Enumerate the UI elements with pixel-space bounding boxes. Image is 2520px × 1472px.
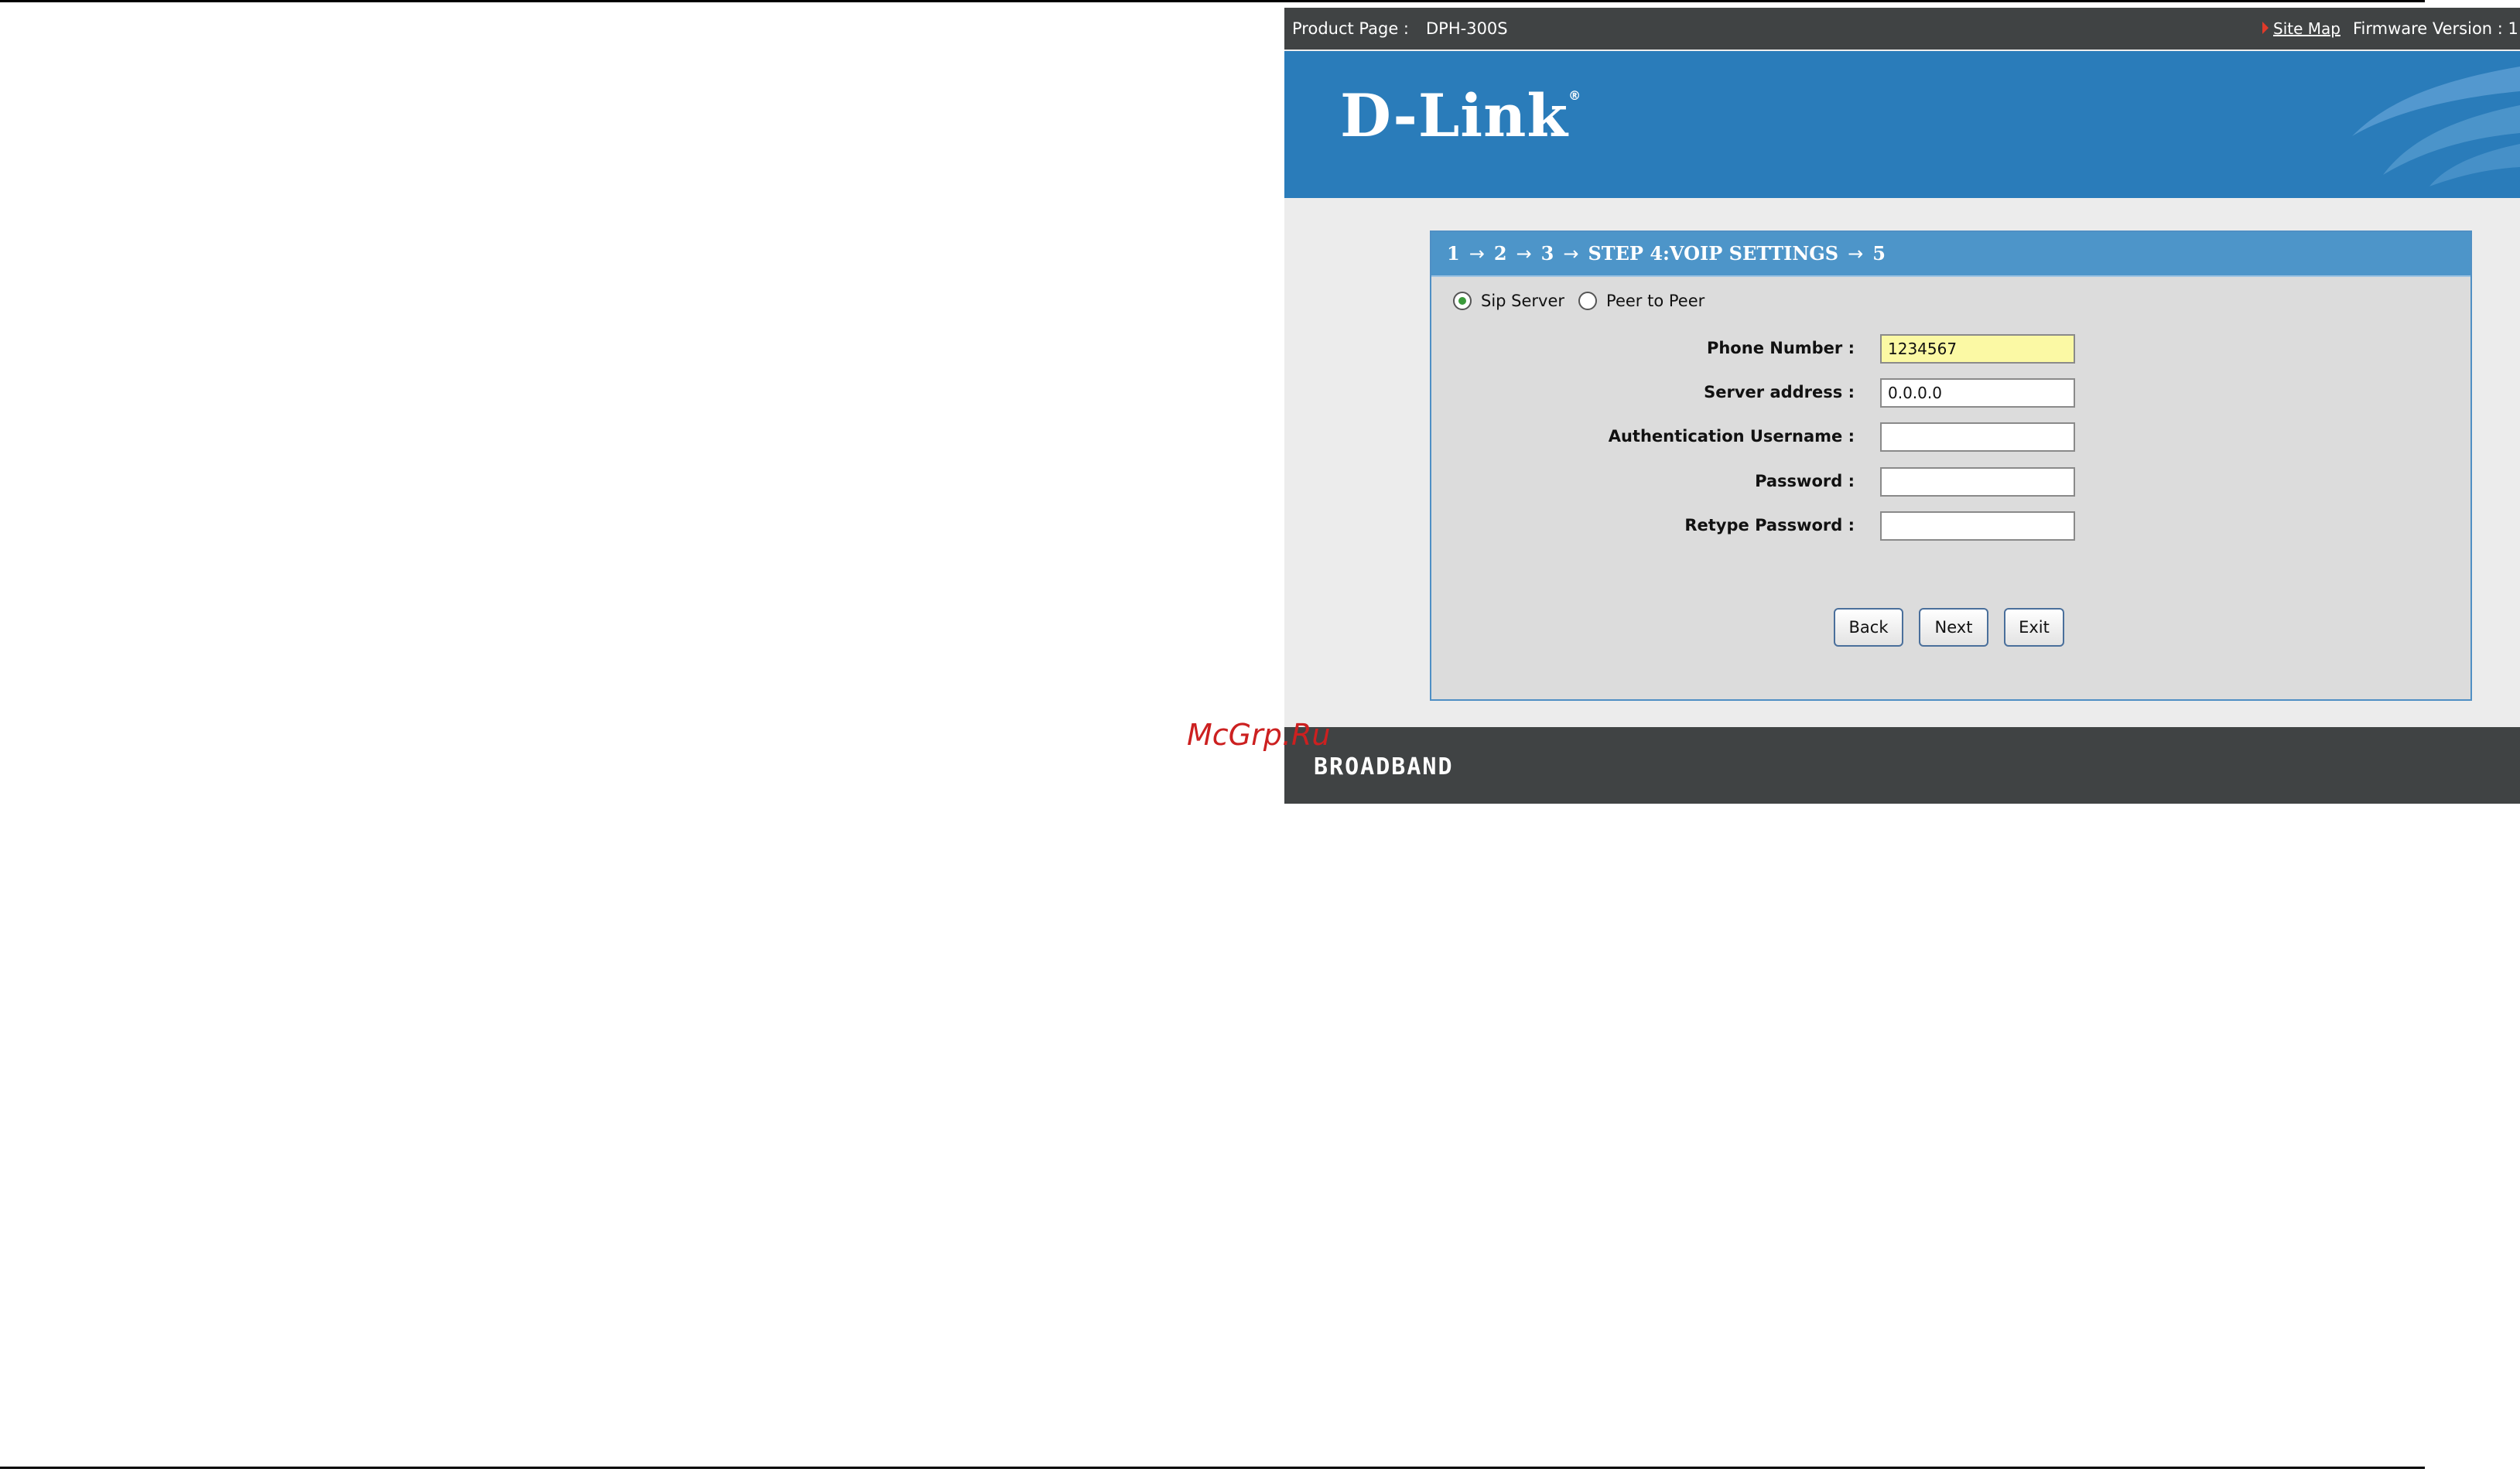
phone-number-row: Phone Number :	[1431, 333, 2470, 364]
product-page-label: Product Page :	[1292, 19, 1409, 38]
back-button[interactable]: Back	[1834, 608, 1903, 647]
top-bar-right: Site Map Firmware Version : 1	[2262, 8, 2518, 50]
phone-number-field[interactable]	[1880, 334, 2075, 364]
dlink-logo: D-Link®	[1340, 81, 1582, 150]
header-banner: D-Link®	[1284, 51, 2520, 198]
page-top-rule	[0, 0, 2425, 2]
exit-button[interactable]: Exit	[2004, 608, 2064, 647]
sip-server-label: Sip Server	[1481, 292, 1565, 310]
next-button[interactable]: Next	[1919, 608, 1988, 647]
voip-settings-wizard: 1 → 2 → 3 → STEP 4:VOIP SETTINGS → 5 Sip Server P…	[1430, 231, 2472, 701]
password-label: Password :	[1755, 472, 1855, 490]
step-arrow-icon: →	[1848, 243, 1864, 265]
top-bar: Product Page : DPH-300S Site Map Firmware …	[1284, 8, 2520, 50]
wizard-step-header: 1 → 2 → 3 → STEP 4:VOIP SETTINGS → 5	[1431, 232, 2470, 277]
step-arrow-icon: →	[1469, 243, 1485, 265]
step-arrow-icon: →	[1563, 243, 1579, 265]
broadband-logo: BROADBAND	[1314, 753, 1454, 780]
server-address-label: Server address :	[1704, 383, 1855, 401]
step-arrow-icon: →	[1516, 243, 1532, 265]
product-info: Product Page : DPH-300S	[1292, 8, 1508, 50]
password-row: Password :	[1431, 466, 2470, 497]
peer-to-peer-label: Peer to Peer	[1606, 292, 1705, 310]
site-map-link[interactable]: Site Map	[2273, 19, 2340, 38]
product-model: DPH-300S	[1426, 19, 1508, 38]
footer-bar: BROADBAND	[1284, 727, 2520, 804]
step-5: 5	[1872, 242, 1886, 265]
step-3: 3	[1540, 242, 1554, 265]
watermark: McGrp.Ru	[1187, 718, 1331, 752]
retype-password-row: Retype Password :	[1431, 510, 2470, 541]
phone-number-label: Phone Number :	[1706, 339, 1855, 357]
server-address-field[interactable]	[1880, 378, 2075, 408]
step-2: 2	[1493, 242, 1507, 265]
auth-username-field[interactable]	[1880, 422, 2075, 452]
password-field[interactable]	[1880, 467, 2075, 497]
arrow-right-icon	[2262, 22, 2269, 34]
server-address-row: Server address :	[1431, 377, 2470, 408]
step-1: 1	[1447, 242, 1460, 265]
auth-username-row: Authentication Username :	[1431, 421, 2470, 452]
auth-username-label: Authentication Username :	[1608, 427, 1855, 446]
firmware-version: Firmware Version : 1	[2352, 19, 2518, 38]
peer-to-peer-radio[interactable]	[1578, 292, 1598, 310]
retype-password-label: Retype Password :	[1684, 516, 1855, 534]
current-step-title: STEP 4:VOIP SETTINGS	[1588, 242, 1839, 265]
router-wizard-screenshot: Product Page : DPH-300S Site Map Firmware …	[1284, 8, 2520, 804]
sip-server-radio[interactable]	[1453, 292, 1472, 310]
retype-password-field[interactable]	[1880, 511, 2075, 541]
server-mode-selector: Sip Server Peer to Peer	[1453, 291, 1718, 310]
page-bottom-rule	[0, 1467, 2425, 1469]
